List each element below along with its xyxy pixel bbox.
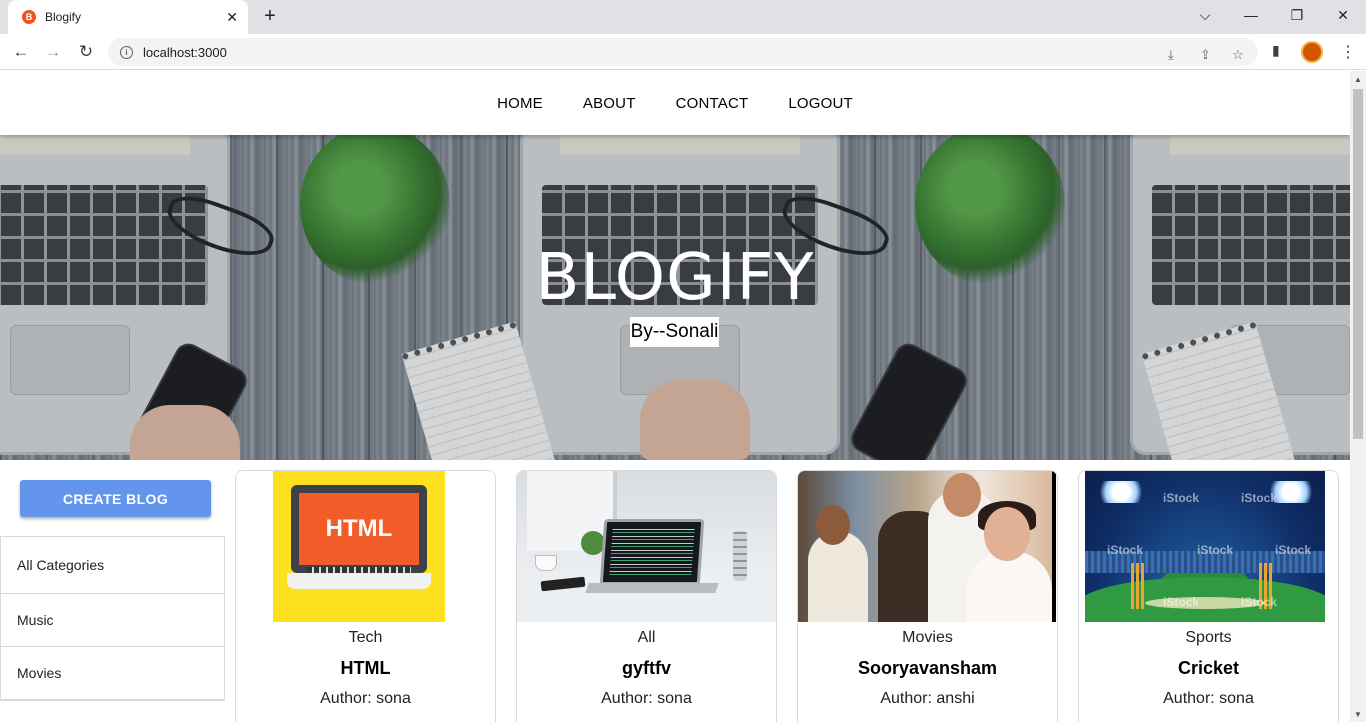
post-category: Tech: [348, 629, 383, 646]
post-author: Author: sona: [601, 690, 692, 707]
reload-icon[interactable]: ↻: [75, 41, 97, 63]
watermark: iStock: [1197, 543, 1234, 557]
category-all[interactable]: All Categories: [1, 537, 224, 594]
nav-about-link[interactable]: ABOUT: [583, 95, 636, 112]
browser-tab[interactable]: B Blogify ✕: [8, 0, 248, 34]
watermark: iStock: [1163, 595, 1200, 609]
browser-toolbar: ← → ↻ i localhost:3000 ⤓ ⇪ ☆ ▮: [0, 34, 1366, 70]
back-icon[interactable]: ←: [10, 41, 32, 63]
browser-tabstrip: B Blogify ✕ + ⌵ — ❐ ✕: [0, 0, 1366, 34]
window-close-icon[interactable]: ✕: [1328, 5, 1358, 25]
minimize-icon[interactable]: —: [1236, 5, 1266, 25]
post-image-desk: [517, 471, 776, 622]
page-scrollbar[interactable]: ▲ ▼: [1350, 71, 1366, 722]
post-title: Cricket: [1177, 658, 1240, 678]
bookmark-star-icon[interactable]: ☆: [1232, 47, 1244, 63]
scroll-thumb[interactable]: [1353, 89, 1363, 439]
nav-contact-link[interactable]: CONTACT: [676, 95, 749, 112]
post-title: HTML: [340, 658, 391, 678]
tab-search-icon[interactable]: ⌵: [1190, 5, 1220, 25]
post-image-html: HTML: [273, 471, 445, 622]
post-category: Sports: [1185, 629, 1232, 646]
post-image-label: HTML: [325, 515, 393, 542]
tab-close-icon[interactable]: ✕: [226, 9, 238, 26]
favicon-icon: B: [22, 10, 36, 24]
nav-logout-link[interactable]: LOGOUT: [788, 95, 853, 112]
post-card[interactable]: All gyftfv Author: sona: [516, 470, 777, 722]
url-text[interactable]: localhost:3000: [143, 45, 227, 60]
post-image-movie: [798, 471, 1056, 622]
category-list: All Categories Music Movies: [0, 536, 225, 701]
share-icon[interactable]: ⇪: [1200, 47, 1211, 63]
post-title: gyftfv: [622, 658, 671, 678]
post-author: Author: sona: [1163, 690, 1254, 707]
menu-icon[interactable]: ⋮: [1340, 42, 1356, 62]
post-category: Movies: [902, 629, 953, 646]
category-movies[interactable]: Movies: [1, 647, 224, 700]
scroll-down-arrow-icon[interactable]: ▼: [1354, 710, 1362, 719]
watermark: iStock: [1107, 543, 1144, 557]
page-viewport: HOME ABOUT CONTACT LOGOUT BLOGIFY By--So…: [0, 71, 1350, 722]
post-author: Author: anshi: [880, 690, 975, 707]
post-title: Sooryavansham: [857, 658, 998, 678]
post-image-cricket: iStock iStock iStock iStock iStock iStoc…: [1085, 471, 1325, 622]
post-card[interactable]: Movies Sooryavansham Author: anshi: [797, 470, 1058, 722]
watermark: iStock: [1241, 595, 1278, 609]
new-tab-icon[interactable]: +: [260, 5, 280, 29]
post-category: All: [637, 629, 656, 646]
restore-icon[interactable]: ❐: [1282, 5, 1312, 25]
scroll-up-arrow-icon[interactable]: ▲: [1354, 75, 1362, 84]
post-author: Author: sona: [320, 690, 411, 707]
watermark: iStock: [1275, 543, 1312, 557]
blog-content: CREATE BLOG All Categories Music Movies …: [0, 460, 1350, 722]
post-card[interactable]: HTML Tech HTML Author: sona: [235, 470, 496, 722]
category-music[interactable]: Music: [1, 594, 224, 647]
post-card[interactable]: iStock iStock iStock iStock iStock iStoc…: [1078, 470, 1339, 722]
forward-icon[interactable]: →: [42, 41, 64, 63]
create-blog-button[interactable]: CREATE BLOG: [20, 480, 211, 517]
hero-title: BLOGIFY: [535, 241, 815, 315]
side-panel-icon[interactable]: ▮: [1272, 42, 1280, 59]
watermark: iStock: [1241, 491, 1278, 505]
nav-home-link[interactable]: HOME: [497, 95, 543, 112]
hero-subtitle: By--Sonali: [630, 317, 719, 347]
install-icon[interactable]: ⤓: [1168, 47, 1174, 63]
site-info-icon[interactable]: i: [120, 45, 133, 59]
site-navbar: HOME ABOUT CONTACT LOGOUT: [0, 71, 1350, 135]
profile-avatar[interactable]: [1301, 41, 1323, 63]
address-bar[interactable]: i localhost:3000 ⤓ ⇪ ☆: [108, 38, 1258, 66]
tab-title: Blogify: [45, 10, 82, 24]
watermark: iStock: [1163, 491, 1200, 505]
hero-banner: BLOGIFY By--Sonali: [0, 135, 1350, 460]
